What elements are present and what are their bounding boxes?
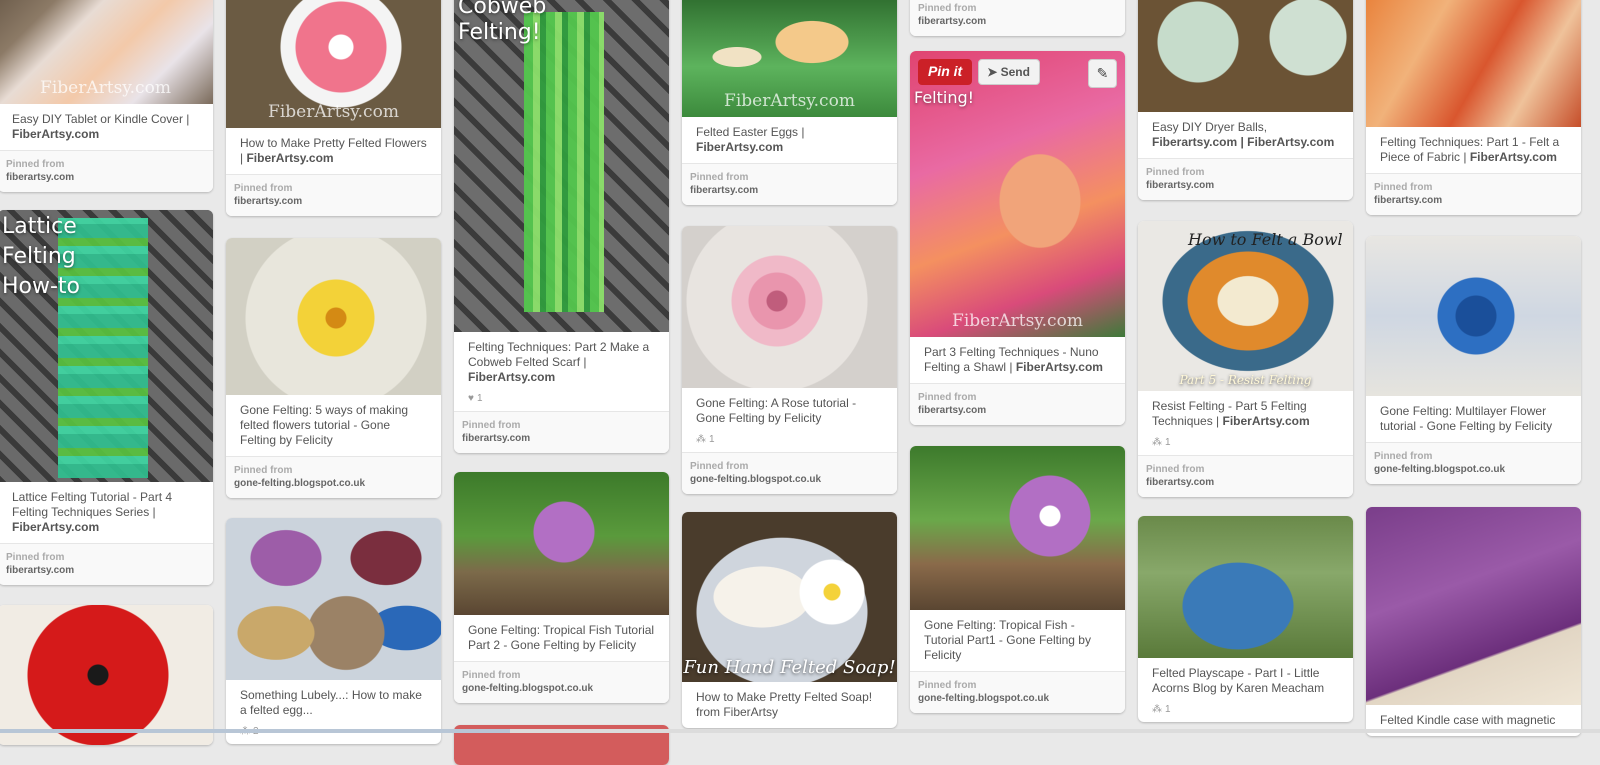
- pin-it-button[interactable]: Pin it: [918, 59, 973, 85]
- pin-description: Easy DIY Tablet or Kindle Cover | FiberA…: [12, 112, 190, 141]
- pin-source[interactable]: Pinned from gone-felting.blogspot.co.uk: [910, 671, 1125, 713]
- pin-image[interactable]: [1366, 507, 1581, 705]
- watermark-text: FiberArtsy.com: [268, 102, 399, 122]
- pin-overlay-text: Part 5 - Resist Felting: [1179, 373, 1312, 387]
- pin-image[interactable]: FiberArtsy.com: [226, 0, 441, 128]
- pin-description: How to Make Pretty Felted Flowers | Fibe…: [240, 136, 427, 165]
- pin-card[interactable]: Something Lubely...: How to make a felte…: [226, 518, 441, 744]
- pin-image[interactable]: Lattice Felting How-to: [0, 210, 213, 482]
- pin-card[interactable]: Gone Felting: Tropical Fish Tutorial Par…: [454, 472, 669, 703]
- pin-source[interactable]: Pinned from fiberartsy.com: [1366, 173, 1581, 215]
- pin-image[interactable]: FiberArtsy.com: [682, 0, 897, 117]
- pin-description: Resist Felting - Part 5 Felting Techniqu…: [1152, 399, 1310, 428]
- pin-image[interactable]: [1366, 236, 1581, 396]
- watermark-text: FiberArtsy.com: [40, 78, 171, 98]
- pin-image[interactable]: [1138, 0, 1353, 112]
- pin-overlay-text: Fun Hand Felted Soap!: [683, 657, 896, 678]
- pin-description: Something Lubely...: How to make a felte…: [240, 688, 422, 717]
- pin-card[interactable]: Felting Techniques: Part 1 - Felt a Piec…: [1366, 0, 1581, 215]
- pin-card[interactable]: [0, 605, 213, 745]
- watermark-text: FiberArtsy.com: [952, 311, 1083, 331]
- heart-icon: ♥: [468, 393, 474, 404]
- pin-source[interactable]: Pinned from fiberartsy.com: [0, 543, 213, 585]
- pin-card[interactable]: How to Felt a Bowl Part 5 - Resist Felti…: [1138, 221, 1353, 497]
- watermark-text: FiberArtsy.com: [724, 91, 855, 111]
- pin-image[interactable]: [910, 446, 1125, 610]
- pin-description: Felting Techniques: Part 2 Make a Cobweb…: [468, 340, 650, 384]
- pin-card[interactable]: Fun Hand Felted Soap! How to Make Pretty…: [682, 512, 897, 728]
- pin-hover-actions: Pin it ➤ Send: [918, 59, 1040, 85]
- pin-image[interactable]: [226, 238, 441, 395]
- pin-card[interactable]: Pinned from fiberartsy.com: [910, 0, 1125, 36]
- pin-likes: ⁂ 1: [696, 434, 715, 445]
- pin-image[interactable]: [226, 518, 441, 680]
- pin-card[interactable]: FiberArtsy.com How to Make Pretty Felted…: [226, 0, 441, 216]
- send-button[interactable]: ➤ Send: [978, 59, 1040, 85]
- pin-source[interactable]: Pinned from gone-felting.blogspot.co.uk: [682, 452, 897, 494]
- pin-card[interactable]: Felted Playscape - Part I - Little Acorn…: [1138, 516, 1353, 722]
- pin-image[interactable]: FiberArtsy.com: [0, 0, 213, 104]
- pin-card[interactable]: Felting! FiberArtsy.com Pin it ➤ Send ✎ …: [910, 51, 1125, 425]
- scrollbar-thumb[interactable]: [0, 729, 510, 733]
- pin-likes: ⁂ 1: [1152, 704, 1171, 715]
- pin-description: Gone Felting: 5 ways of making felted fl…: [240, 403, 409, 447]
- repin-icon: ⁂: [1152, 437, 1162, 448]
- pin-source[interactable]: Pinned from gone-felting.blogspot.co.uk: [1366, 442, 1581, 484]
- pin-description: Easy DIY Dryer Balls, Fiberartsy.com | F…: [1152, 120, 1335, 149]
- pin-description: Gone Felting: Multilayer Flower tutorial…: [1380, 404, 1553, 433]
- pin-overlay-text: How to Felt a Bowl: [1188, 230, 1343, 249]
- pin-card[interactable]: Lattice Felting How-to Lattice Felting T…: [0, 210, 213, 585]
- repin-icon: ⁂: [696, 434, 706, 445]
- pin-image[interactable]: Felting! FiberArtsy.com Pin it ➤ Send ✎: [910, 51, 1125, 337]
- edit-button[interactable]: ✎: [1088, 59, 1117, 88]
- pin-description: Felted Easter Eggs | FiberArtsy.com: [696, 125, 805, 154]
- pin-description: Felted Playscape - Part I - Little Acorn…: [1152, 666, 1325, 695]
- pin-source[interactable]: Pinned from fiberartsy.com: [226, 174, 441, 216]
- pin-description: How to Make Pretty Felted Soap! from Fib…: [696, 690, 873, 719]
- pin-card[interactable]: Gone Felting: 5 ways of making felted fl…: [226, 238, 441, 498]
- pin-source[interactable]: Pinned from fiberartsy.com: [910, 0, 1125, 36]
- pin-image[interactable]: [454, 472, 669, 615]
- pin-overlay-text: Felting!: [914, 88, 975, 107]
- pin-source[interactable]: Pinned from fiberartsy.com: [1138, 158, 1353, 200]
- pin-card[interactable]: Felted Kindle case with magnetic: [1366, 507, 1581, 736]
- pin-source[interactable]: Pinned from fiberartsy.com: [0, 150, 213, 192]
- pin-card[interactable]: Cobweb Felting! Felting Techniques: Part…: [454, 0, 669, 453]
- pin-card[interactable]: Easy DIY Dryer Balls, Fiberartsy.com | F…: [1138, 0, 1353, 200]
- pin-description: Gone Felting: Tropical Fish Tutorial Par…: [468, 623, 655, 652]
- pin-likes: ♥ 1: [468, 393, 483, 404]
- pin-card[interactable]: FiberArtsy.com Felted Easter Eggs | Fibe…: [682, 0, 897, 205]
- pencil-icon: ✎: [1096, 65, 1109, 81]
- pin-description: Felting Techniques: Part 1 - Felt a Piec…: [1380, 135, 1560, 164]
- pin-description: Gone Felting: Tropical Fish - Tutorial P…: [924, 618, 1091, 662]
- pin-source[interactable]: Pinned from fiberartsy.com: [682, 163, 897, 205]
- pin-image[interactable]: Fun Hand Felted Soap!: [682, 512, 897, 682]
- pin-description: Part 3 Felting Techniques - Nuno Felting…: [924, 345, 1103, 374]
- pin-likes: ⁂ 1: [1152, 437, 1171, 448]
- pin-overlay-text: Cobweb Felting!: [458, 0, 547, 45]
- pin-card[interactable]: Gone Felting: Multilayer Flower tutorial…: [1366, 236, 1581, 484]
- pin-image[interactable]: [682, 226, 897, 388]
- pin-source[interactable]: Pinned from fiberartsy.com: [910, 383, 1125, 425]
- pin-image[interactable]: [1138, 516, 1353, 658]
- pin-source[interactable]: Pinned from fiberartsy.com: [454, 411, 669, 453]
- pin-description: Lattice Felting Tutorial - Part 4 Feltin…: [12, 490, 173, 534]
- pin-description: Gone Felting: A Rose tutorial - Gone Fel…: [696, 396, 857, 425]
- repin-icon: ⁂: [1152, 704, 1162, 715]
- pin-image[interactable]: [1366, 0, 1581, 127]
- pin-source[interactable]: Pinned from gone-felting.blogspot.co.uk: [454, 661, 669, 703]
- pin-image[interactable]: [0, 605, 213, 745]
- pin-image[interactable]: Cobweb Felting!: [454, 0, 669, 332]
- pin-source[interactable]: Pinned from fiberartsy.com: [1138, 455, 1353, 497]
- send-icon: ➤: [987, 65, 1001, 79]
- pin-source[interactable]: Pinned from gone-felting.blogspot.co.uk: [226, 456, 441, 498]
- horizontal-scrollbar[interactable]: [0, 729, 1600, 733]
- pin-card[interactable]: Gone Felting: A Rose tutorial - Gone Fel…: [682, 226, 897, 494]
- pin-card[interactable]: FiberArtsy.com Easy DIY Tablet or Kindle…: [0, 0, 213, 192]
- pin-card[interactable]: Gone Felting: Tropical Fish - Tutorial P…: [910, 446, 1125, 713]
- pin-image[interactable]: How to Felt a Bowl Part 5 - Resist Felti…: [1138, 221, 1353, 391]
- pin-overlay-text: Lattice Felting How-to: [2, 214, 81, 299]
